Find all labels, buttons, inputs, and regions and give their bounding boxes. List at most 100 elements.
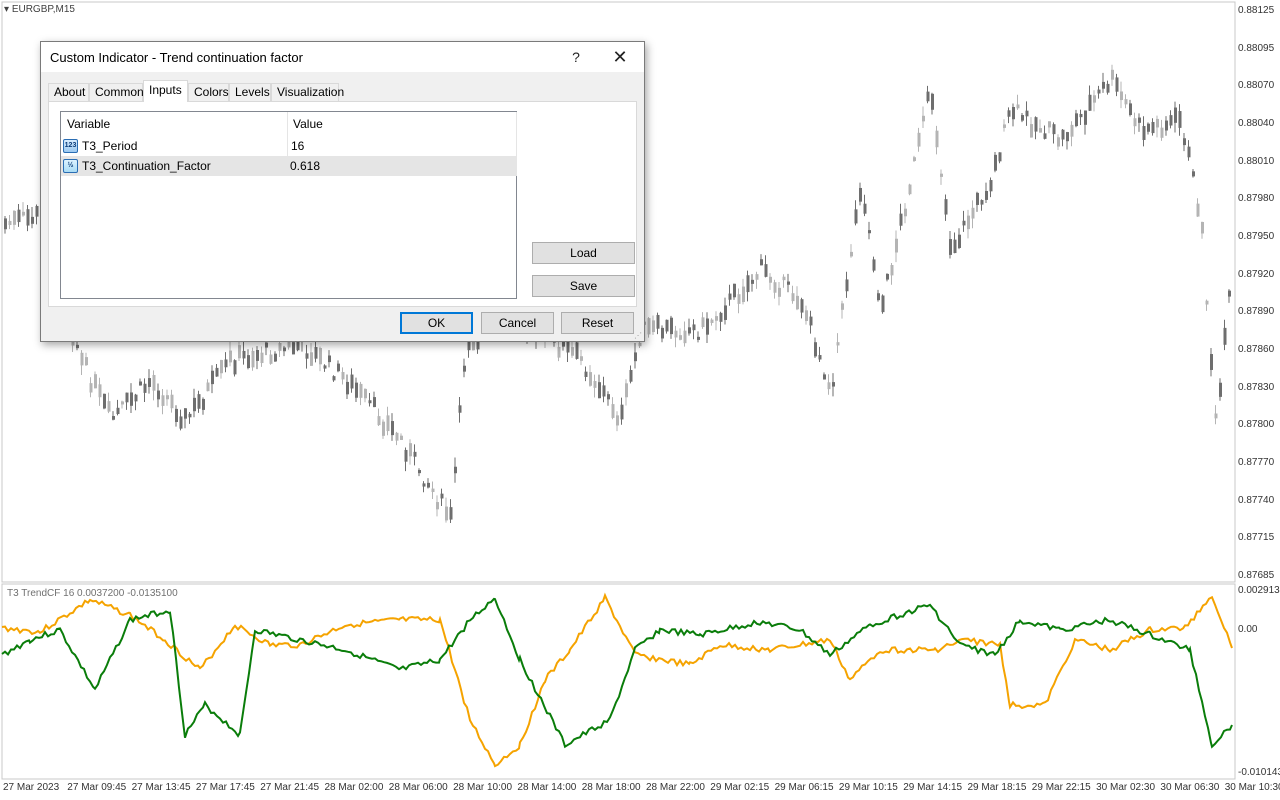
candle-body xyxy=(292,342,295,355)
time-tick-label: 28 Mar 14:00 xyxy=(517,782,577,793)
resize-grip-icon[interactable]: ⋰ xyxy=(634,331,642,340)
candle-body xyxy=(386,415,390,432)
candle-body xyxy=(620,404,624,420)
candle-body xyxy=(580,356,583,361)
reset-button[interactable]: Reset xyxy=(561,312,634,334)
time-tick-label: 28 Mar 22:00 xyxy=(646,782,705,793)
variable-value[interactable]: 0.618 xyxy=(290,156,320,176)
candle-body xyxy=(305,353,309,359)
indicator-pane-border xyxy=(1,583,1236,780)
indicator-tick-label: -0.0101434 xyxy=(1238,767,1280,778)
save-button[interactable]: Save xyxy=(532,275,635,297)
variable-value[interactable]: 16 xyxy=(291,136,304,156)
parameters-table[interactable]: Variable Value 123 T3_Period 16 ½ T3_Con… xyxy=(60,111,517,299)
candle-body xyxy=(1196,203,1200,217)
candle-body xyxy=(215,367,219,377)
candle-body xyxy=(247,355,250,369)
candle-body xyxy=(728,293,732,300)
candle-body xyxy=(886,273,889,280)
help-button[interactable]: ? xyxy=(554,42,598,72)
candle-body xyxy=(112,416,115,420)
tab-levels[interactable]: Levels xyxy=(229,83,271,102)
candle-body xyxy=(269,354,273,364)
candle-body xyxy=(868,230,871,234)
candle-body xyxy=(458,405,462,413)
candle-body xyxy=(364,388,367,399)
candle-body xyxy=(1021,115,1024,121)
candle-body xyxy=(575,342,579,359)
candle-body xyxy=(152,374,156,391)
time-tick-label: 27 Mar 09:45 xyxy=(67,782,127,793)
candle-body xyxy=(1219,382,1222,397)
table-row[interactable]: 123 T3_Period 16 xyxy=(61,136,516,156)
candle-body xyxy=(310,352,313,366)
price-tick-label: 0.87685 xyxy=(1238,570,1275,581)
tab-about[interactable]: About xyxy=(48,83,89,102)
candle-body xyxy=(926,91,930,102)
candle-body xyxy=(976,192,979,205)
candle-body xyxy=(1174,107,1177,123)
candle-body xyxy=(805,310,808,322)
candle-body xyxy=(1169,115,1173,126)
candle-body xyxy=(89,383,93,393)
candle-body xyxy=(400,435,403,440)
candle-body xyxy=(566,341,570,353)
candle-body xyxy=(1138,117,1141,123)
candle-body xyxy=(431,488,435,493)
time-tick-label: 28 Mar 02:00 xyxy=(324,782,384,793)
chart-symbol-label: ▾ EURGBP,M15 xyxy=(4,4,75,15)
candle-body xyxy=(175,408,178,423)
candle-body xyxy=(373,397,376,408)
price-tick-label: 0.88070 xyxy=(1238,80,1275,92)
price-tick-label: 0.87980 xyxy=(1238,193,1275,205)
candle-body xyxy=(346,381,349,395)
candle-body xyxy=(121,401,124,405)
candle-body xyxy=(940,173,943,177)
candle-body xyxy=(1025,110,1029,117)
integer-type-icon: 123 xyxy=(63,139,78,153)
tab-common[interactable]: Common xyxy=(89,83,144,102)
column-header-variable[interactable]: Variable xyxy=(61,112,287,136)
inputs-panel: Variable Value 123 T3_Period 16 ½ T3_Con… xyxy=(48,101,637,307)
cancel-button[interactable]: Cancel xyxy=(481,312,554,334)
candle-body xyxy=(332,376,336,381)
candle-body xyxy=(715,316,718,321)
candle-body xyxy=(391,421,394,436)
tab-colors[interactable]: Colors xyxy=(188,83,229,102)
candle-body xyxy=(94,374,97,389)
tab-visualization[interactable]: Visualization xyxy=(271,83,344,102)
candle-body xyxy=(953,239,957,254)
ok-button[interactable]: OK xyxy=(400,312,473,334)
candle-body xyxy=(746,275,750,293)
candle-body xyxy=(809,316,813,326)
candle-body xyxy=(674,330,678,338)
column-header-value[interactable]: Value xyxy=(287,112,516,136)
price-tick-label: 0.88010 xyxy=(1238,155,1275,167)
candle-body xyxy=(922,115,925,122)
candle-body xyxy=(593,380,597,388)
candle-body xyxy=(962,220,966,226)
candle-body xyxy=(1030,124,1033,138)
dialog-titlebar[interactable]: Custom Indicator - Trend continuation fa… xyxy=(41,42,644,72)
candle-body xyxy=(13,210,16,225)
candle-body xyxy=(229,350,232,363)
candle-body xyxy=(1223,327,1227,345)
table-row[interactable]: ½ T3_Continuation_Factor 0.618 xyxy=(61,156,516,176)
candle-body xyxy=(656,314,660,329)
candle-body xyxy=(562,341,565,347)
candle-body xyxy=(409,443,412,457)
candle-body xyxy=(751,279,754,284)
candle-body xyxy=(611,404,615,418)
load-button[interactable]: Load xyxy=(532,242,635,264)
candle-body xyxy=(413,451,417,457)
candle-body xyxy=(1133,118,1137,127)
candle-body xyxy=(719,312,723,322)
candle-body xyxy=(598,382,601,399)
candle-body xyxy=(116,407,120,415)
candle-body xyxy=(404,449,408,462)
candle-body xyxy=(733,283,736,298)
candle-body xyxy=(283,347,286,352)
candle-body xyxy=(1039,128,1042,133)
close-icon[interactable]: ✕ xyxy=(598,42,642,72)
tab-inputs[interactable]: Inputs xyxy=(143,80,188,102)
